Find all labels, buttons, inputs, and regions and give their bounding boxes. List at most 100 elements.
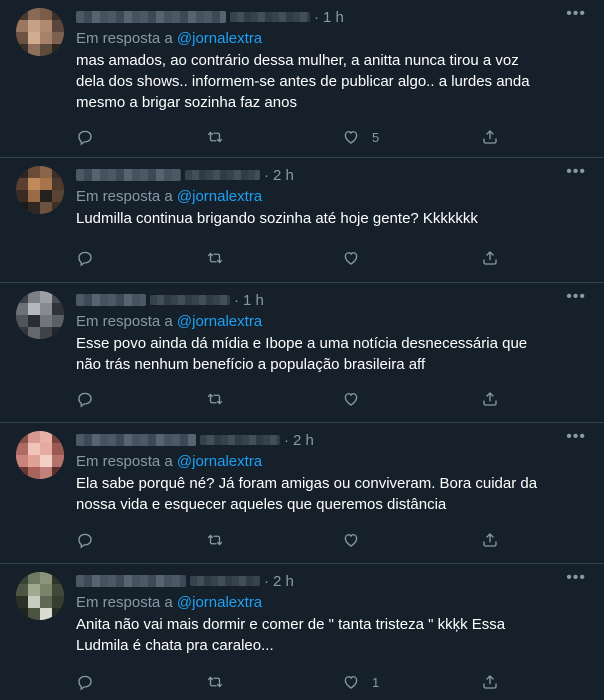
mention-link[interactable]: @jornalextra: [177, 453, 262, 470]
reply-feed: · 1 h ••• Em resposta a @jornalextra mas…: [0, 0, 604, 700]
tweet-actions: [76, 530, 516, 550]
like-button[interactable]: 1: [342, 672, 379, 692]
avatar[interactable]: [16, 431, 64, 479]
tweet[interactable]: · 1 h ••• Em resposta a @jornalextra mas…: [0, 0, 604, 158]
separator-dot: ·: [234, 291, 239, 309]
retweet-icon: [207, 131, 223, 143]
like-button[interactable]: 5: [342, 127, 379, 147]
tweet-actions: 5: [76, 127, 516, 147]
mention-link[interactable]: @jornalextra: [177, 594, 262, 611]
reply-prefix: Em resposta a: [76, 453, 173, 470]
retweet-button[interactable]: [206, 530, 224, 550]
reply-context: Em resposta a @jornalextra: [76, 313, 262, 330]
mention-link[interactable]: @jornalextra: [177, 313, 262, 330]
blurred-handle[interactable]: [190, 576, 260, 586]
tweet[interactable]: · 2 h ••• Em resposta a @jornalextra Ela…: [0, 423, 604, 564]
mention-link[interactable]: @jornalextra: [177, 30, 262, 47]
tweet-text: Esse povo ainda dá mídia e Ibope a uma n…: [76, 335, 528, 373]
like-button[interactable]: [342, 530, 372, 550]
blurred-display-name[interactable]: [76, 294, 146, 306]
retweet-button[interactable]: [206, 389, 224, 409]
reply-prefix: Em resposta a: [76, 188, 173, 205]
more-icon[interactable]: •••: [566, 570, 586, 586]
tweet[interactable]: · 1 h ••• Em resposta a @jornalextra Ess…: [0, 283, 604, 423]
retweet-button[interactable]: [206, 672, 224, 692]
avatar[interactable]: [16, 166, 64, 214]
blurred-handle[interactable]: [230, 12, 310, 22]
tweet-timestamp[interactable]: 1 h: [243, 292, 264, 309]
retweet-button[interactable]: [206, 248, 224, 268]
reply-prefix: Em resposta a: [76, 313, 173, 330]
blurred-display-name[interactable]: [76, 11, 226, 23]
like-count: 5: [372, 129, 380, 145]
avatar[interactable]: [16, 572, 64, 620]
tweet[interactable]: · 2 h ••• Em resposta a @jornalextra Lud…: [0, 158, 604, 283]
tweet-header: · 1 h: [76, 289, 264, 311]
tweet-timestamp[interactable]: 1 h: [323, 9, 344, 26]
share-button[interactable]: [481, 127, 499, 147]
avatar[interactable]: [16, 8, 64, 56]
tweet-text: Ela sabe porquê né? Já foram amigas ou c…: [76, 475, 538, 513]
heart-icon: [344, 131, 358, 144]
reply-button[interactable]: [76, 672, 94, 692]
avatar[interactable]: [16, 291, 64, 339]
tweet-timestamp[interactable]: 2 h: [273, 573, 294, 590]
reply-button[interactable]: [76, 389, 94, 409]
tweet-actions: 1: [76, 672, 516, 692]
tweet-header: · 2 h: [76, 164, 294, 186]
like-button[interactable]: [342, 248, 372, 268]
tweet-text: mas amados, ao contrário dessa mulher, a…: [76, 52, 530, 111]
more-icon[interactable]: •••: [566, 429, 586, 445]
blurred-handle[interactable]: [200, 435, 280, 445]
more-icon[interactable]: •••: [566, 289, 586, 305]
tweet-text: Ludmilla continua brigando sozinha até h…: [76, 210, 478, 227]
like-count: 1: [372, 674, 380, 690]
retweet-button[interactable]: [206, 127, 224, 147]
blurred-handle[interactable]: [150, 295, 230, 305]
share-button[interactable]: [481, 248, 499, 268]
tweet-timestamp[interactable]: 2 h: [293, 432, 314, 449]
reply-icon: [78, 675, 92, 691]
retweet-icon: [207, 534, 223, 546]
blurred-display-name[interactable]: [76, 434, 196, 446]
like-button[interactable]: [342, 389, 372, 409]
tweet-timestamp[interactable]: 2 h: [273, 167, 294, 184]
tweet-text: Anita não vai mais dormir e comer de " t…: [76, 616, 506, 654]
tweet-actions: [76, 389, 516, 409]
reply-context: Em resposta a @jornalextra: [76, 188, 262, 205]
reply-button[interactable]: [76, 530, 94, 550]
mention-link[interactable]: @jornalextra: [177, 188, 262, 205]
separator-dot: ·: [284, 431, 289, 449]
tweet-actions: [76, 248, 516, 268]
retweet-icon: [207, 393, 223, 405]
tweet-header: · 2 h: [76, 429, 314, 451]
reply-context: Em resposta a @jornalextra: [76, 30, 262, 47]
blurred-handle[interactable]: [185, 170, 260, 180]
share-icon: [483, 251, 497, 265]
more-icon[interactable]: •••: [566, 164, 586, 180]
heart-icon: [344, 534, 358, 547]
share-icon: [483, 130, 497, 144]
reply-button[interactable]: [76, 127, 94, 147]
reply-icon: [78, 130, 92, 146]
reply-icon: [78, 392, 92, 408]
tweet-header: · 2 h: [76, 570, 294, 592]
share-button[interactable]: [481, 389, 499, 409]
reply-prefix: Em resposta a: [76, 30, 173, 47]
tweet[interactable]: · 2 h ••• Em resposta a @jornalextra Ani…: [0, 564, 604, 700]
share-icon: [483, 392, 497, 406]
tweet-header: · 1 h: [76, 6, 344, 28]
blurred-display-name[interactable]: [76, 169, 181, 181]
reply-context: Em resposta a @jornalextra: [76, 453, 262, 470]
retweet-icon: [207, 252, 223, 264]
reply-icon: [78, 533, 92, 549]
heart-icon: [344, 676, 358, 689]
share-button[interactable]: [481, 672, 499, 692]
reply-button[interactable]: [76, 248, 94, 268]
share-icon: [483, 675, 497, 689]
separator-dot: ·: [264, 572, 269, 590]
blurred-display-name[interactable]: [76, 575, 186, 587]
heart-icon: [344, 393, 358, 406]
more-icon[interactable]: •••: [566, 6, 586, 22]
share-button[interactable]: [481, 530, 499, 550]
